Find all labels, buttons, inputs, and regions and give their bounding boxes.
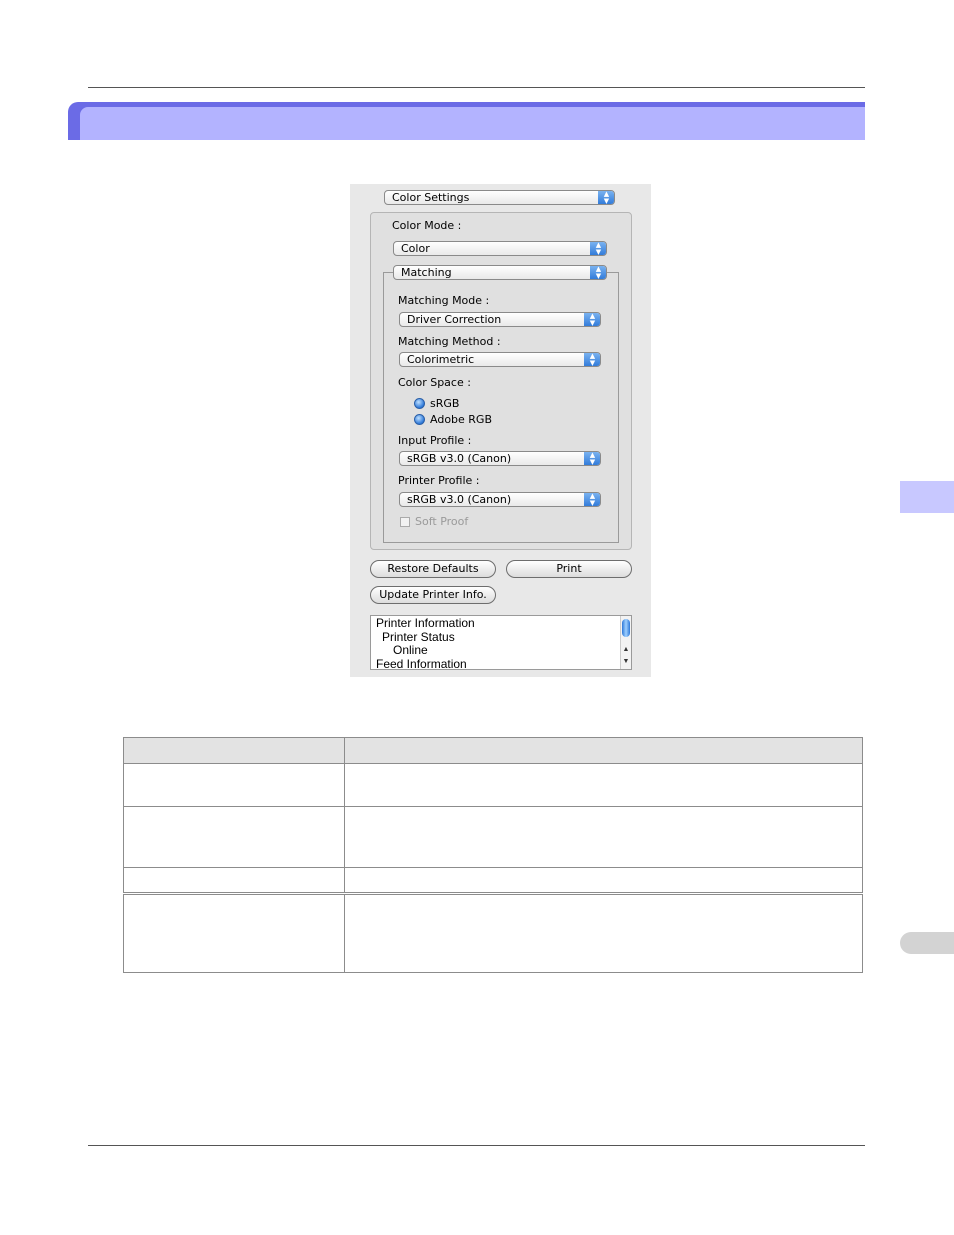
popup-arrows-icon: ▲ ▼ [590,266,606,279]
popup-arrows-icon: ▲ ▼ [584,313,600,326]
table-cell [344,867,863,895]
printer-profile-value: sRGB v3.0 (Canon) [407,493,512,506]
table-row [123,806,863,868]
matching-method-value: Colorimetric [407,353,475,366]
popup-arrows-icon: ▲ ▼ [590,242,606,255]
matching-mode-popup[interactable]: Driver Correction ▲ ▼ [399,312,601,327]
popup-arrows-icon: ▲ ▼ [584,493,600,506]
table-cell [123,763,345,807]
section-banner-fill [80,107,865,140]
list-item: Feed Information [376,657,467,670]
header-rule [88,87,865,88]
popup-arrows-icon: ▲ ▼ [584,452,600,465]
soft-proof-label: Soft Proof [415,515,469,528]
table-header-row [123,737,863,764]
table-header-cell [344,737,863,764]
settings-panel-popup-label: Color Settings [392,191,470,204]
printer-profile-label: Printer Profile : [398,474,480,487]
matching-method-label: Matching Method : [398,335,501,348]
adobe-rgb-radio-label: Adobe RGB [430,413,493,426]
page-side-tab [900,932,954,954]
color-settings-dialog: Color Settings ▲ ▼ Color Mode : Color ▲ ▼ … [350,184,651,677]
chapter-side-tab [900,481,954,513]
footer-rule [88,1145,865,1146]
matching-popup[interactable]: Matching ▲ ▼ [393,265,607,280]
table-cell [344,806,863,868]
table-header-cell [123,737,345,764]
table-cell [123,867,345,895]
soft-proof-checkbox[interactable] [400,517,410,527]
restore-defaults-button[interactable]: Restore Defaults [370,560,496,578]
list-item: Printer Information [376,616,475,630]
color-space-label: Color Space : [398,376,471,389]
srgb-radio[interactable] [414,398,425,409]
color-mode-popup[interactable]: Color ▲ ▼ [393,241,607,256]
popup-arrows-icon: ▲ ▼ [584,353,600,366]
scroll-down-icon[interactable]: ▼ [621,658,631,666]
popup-arrows-icon: ▲ ▼ [598,191,614,204]
settings-table [123,737,863,973]
table-row [123,763,863,807]
print-button[interactable]: Print [506,560,632,578]
srgb-radio-label: sRGB [430,397,460,410]
table-row [123,893,863,973]
printer-profile-popup[interactable]: sRGB v3.0 (Canon) ▲ ▼ [399,492,601,507]
color-mode-value: Color [401,242,430,255]
color-mode-label: Color Mode : [392,219,462,232]
matching-method-popup[interactable]: Colorimetric ▲ ▼ [399,352,601,367]
table-row [123,867,863,895]
printer-info-list[interactable]: Printer Information Printer Status Onlin… [370,615,632,670]
matching-mode-value: Driver Correction [407,313,502,326]
matching-popup-label: Matching [401,266,452,279]
info-scrollbar[interactable]: ▲ ▼ [620,616,631,669]
adobe-rgb-radio[interactable] [414,414,425,425]
update-printer-info-button[interactable]: Update Printer Info. [370,586,496,604]
section-banner [68,102,865,140]
input-profile-popup[interactable]: sRGB v3.0 (Canon) ▲ ▼ [399,451,601,466]
list-item: Online [393,643,428,657]
table-cell [123,893,345,973]
input-profile-value: sRGB v3.0 (Canon) [407,452,512,465]
table-cell [123,806,345,868]
table-cell [344,893,863,973]
scroll-thumb[interactable] [622,619,630,637]
scroll-up-icon[interactable]: ▲ [621,646,631,654]
matching-mode-label: Matching Mode : [398,294,490,307]
settings-panel-popup[interactable]: Color Settings ▲ ▼ [384,190,615,205]
input-profile-label: Input Profile : [398,434,472,447]
table-cell [344,763,863,807]
